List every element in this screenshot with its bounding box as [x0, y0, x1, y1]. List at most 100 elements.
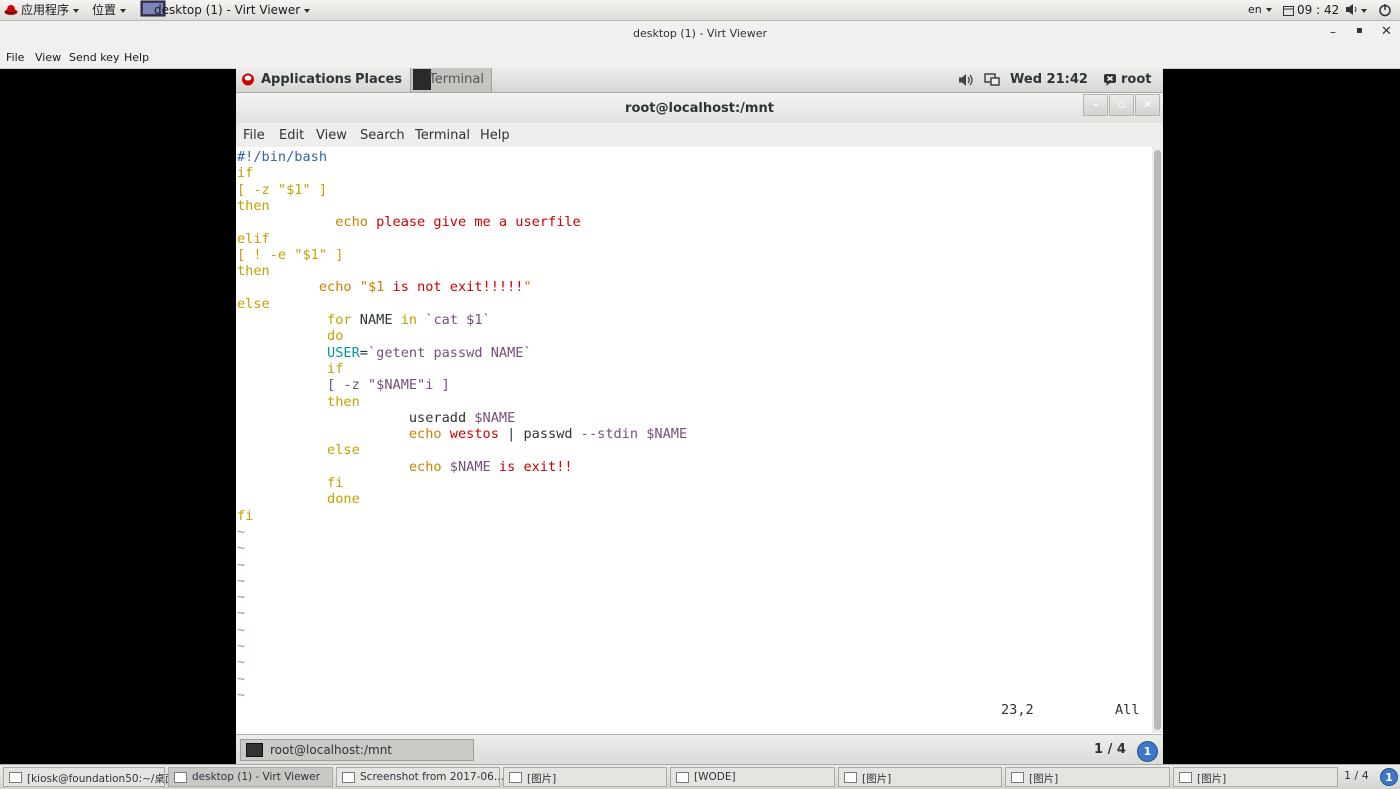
guest-terminal-button[interactable]: Terminal	[410, 68, 492, 92]
minimize-icon[interactable]: –	[1083, 94, 1108, 116]
task-screenshot[interactable]: Screenshot from 2017-06…	[336, 767, 504, 787]
empty-line-tilde: ~	[237, 540, 246, 557]
empty-line-tilde: ~	[237, 621, 246, 638]
task-wode[interactable]: [WODE]	[670, 767, 835, 787]
guest-workspace-indicator[interactable]: 1	[1137, 741, 1158, 762]
code-token: [ ! -e "$1" ]	[237, 246, 344, 263]
code-line: fi	[237, 508, 253, 524]
code-token: `getent passwd NAME`	[367, 344, 532, 361]
task-virt-viewer[interactable]: desktop (1) - Virt Viewer	[168, 767, 333, 787]
code-token: useradd	[408, 409, 475, 426]
guest-task-terminal[interactable]: root@localhost:/mnt	[240, 739, 474, 761]
code-token: westos	[449, 426, 508, 443]
empty-line-tilde: ~	[237, 638, 246, 654]
folder-icon	[844, 772, 857, 783]
code-token: then	[237, 197, 270, 214]
host-applications-menu[interactable]: 应用程序	[21, 2, 80, 18]
network-icon[interactable]	[984, 73, 1000, 90]
term-menu-edit[interactable]: Edit	[279, 128, 304, 143]
guest-places-menu[interactable]: Places	[355, 72, 402, 87]
code-token: |	[507, 426, 524, 443]
minimize-icon[interactable]: –	[1330, 25, 1336, 39]
terminal-icon	[246, 743, 263, 757]
code-line: useradd $NAME	[237, 410, 515, 426]
vertical-scrollbar[interactable]	[1152, 147, 1163, 733]
code-token: in	[400, 312, 426, 328]
host-bottom-panel: [kiosk@foundation50:~/桌面] desktop (1) - V…	[0, 764, 1400, 789]
volume-icon[interactable]	[1345, 3, 1359, 20]
close-icon[interactable]: ✕	[1381, 24, 1392, 39]
guest-terminal-label: Terminal	[429, 72, 484, 87]
virt-viewer-titlebar: desktop (1) - Virt Viewer – ▪ ✕	[0, 21, 1400, 47]
task-kiosk-terminal[interactable]: [kiosk@foundation50:~/桌面]	[3, 767, 180, 787]
code-line: [ ! -e "$1" ]	[237, 247, 343, 263]
code-line: do	[237, 328, 343, 344]
guest-display[interactable]: Applications Places Terminal Wed 21:42 r…	[236, 68, 1163, 764]
code-token: echo	[318, 279, 360, 296]
term-menu-file[interactable]: File	[243, 128, 265, 143]
user-icon	[1103, 73, 1117, 89]
redhat-icon	[241, 73, 255, 89]
host-lang-menu[interactable]: en	[1248, 2, 1272, 18]
code-token: echo	[408, 426, 450, 443]
folder-icon	[1179, 772, 1192, 783]
task-label: desktop (1) - Virt Viewer	[192, 771, 320, 783]
task-images-3[interactable]: [图片]	[1005, 767, 1170, 787]
empty-line-tilde: ~	[237, 589, 246, 606]
term-menu-help[interactable]: Help	[480, 128, 510, 143]
maximize-icon[interactable]: ▫	[1109, 94, 1134, 116]
task-images-4[interactable]: [图片]	[1173, 767, 1338, 787]
task-label: [图片]	[527, 773, 557, 785]
task-images-1[interactable]: [图片]	[503, 767, 667, 787]
scrollbar-thumb[interactable]	[1154, 150, 1161, 730]
code-token: passwd	[523, 426, 581, 443]
code-token: else	[237, 295, 270, 312]
host-top-panel: 应用程序 位置 desktop (1) - Virt Viewer en 09 …	[0, 0, 1400, 21]
volume-menu-arrow[interactable]	[1361, 2, 1367, 18]
guest-pager[interactable]: 1 / 4	[1094, 742, 1126, 757]
vv-menu-file[interactable]: File	[6, 51, 24, 64]
code-token: `cat $1`	[425, 312, 491, 328]
power-icon[interactable]	[1378, 3, 1392, 21]
empty-line-tilde: ~	[237, 605, 246, 622]
guest-user-menu[interactable]: root	[1121, 72, 1152, 87]
host-places-label: 位置	[92, 3, 117, 17]
code-token: $NAME	[474, 409, 516, 426]
guest-applications-menu[interactable]: Applications	[261, 72, 352, 87]
vv-menu-view[interactable]: View	[35, 51, 61, 64]
virt-viewer-menubar: File View Send key Help	[0, 47, 1400, 69]
term-menu-search[interactable]: Search	[360, 128, 405, 143]
code-line: then	[237, 263, 270, 279]
redhat-icon	[4, 4, 18, 20]
scroll-position: All	[1115, 702, 1140, 718]
term-menu-terminal[interactable]: Terminal	[415, 128, 470, 143]
vim-editor[interactable]: #!/bin/bash if[ -z "$1" ] then echo please…	[236, 147, 1152, 733]
task-images-2[interactable]: [图片]	[838, 767, 1002, 787]
code-token: $NAME	[449, 458, 499, 475]
host-active-window-menu[interactable]: desktop (1) - Virt Viewer	[154, 2, 311, 18]
code-token: do	[327, 328, 344, 345]
host-clock[interactable]: 09 : 42	[1297, 2, 1339, 18]
task-label: [图片]	[862, 773, 892, 785]
guest-clock[interactable]: Wed 21:42	[1010, 72, 1088, 87]
code-token: #!/bin/bash	[237, 149, 328, 165]
code-line: then	[237, 198, 270, 214]
term-menu-view[interactable]: View	[316, 128, 347, 143]
close-icon[interactable]: ✕	[1135, 94, 1160, 116]
host-pager[interactable]: 1 / 4	[1344, 769, 1369, 782]
code-token: NAME	[359, 312, 401, 328]
volume-icon[interactable]	[958, 73, 973, 90]
host-places-menu[interactable]: 位置	[92, 2, 127, 18]
vv-menu-help[interactable]: Help	[124, 51, 149, 64]
vv-menu-send-key[interactable]: Send key	[69, 51, 119, 64]
maximize-icon[interactable]: ▪	[1356, 25, 1363, 36]
empty-line-tilde: ~	[237, 572, 246, 589]
host-workspace-indicator[interactable]: 1	[1380, 768, 1398, 786]
empty-line-tilde: ~	[237, 670, 246, 687]
code-line: fi	[237, 475, 343, 491]
